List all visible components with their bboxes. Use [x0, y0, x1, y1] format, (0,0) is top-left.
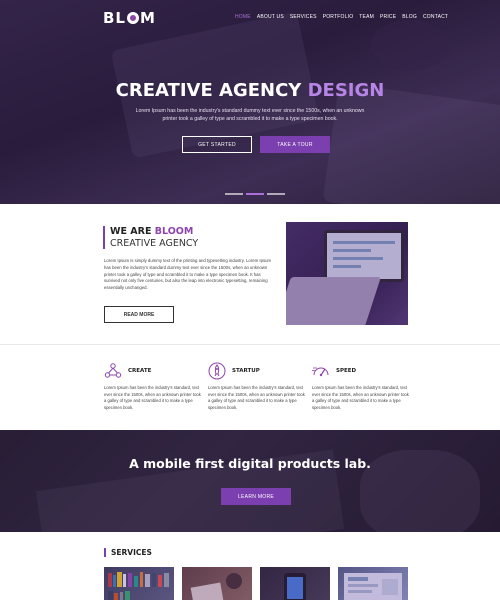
nav-item-about-us[interactable]: ABOUT US: [257, 14, 284, 20]
section-divider: [0, 344, 500, 345]
about-text: Lorem Ipsum is simply dummy text of the …: [104, 258, 272, 291]
about-heading-accent: BLOOM: [154, 226, 194, 237]
slider-dots: [225, 193, 285, 195]
take-a-tour-button[interactable]: TAKE A TOUR: [260, 136, 330, 153]
slider-dot-3[interactable]: [267, 193, 285, 195]
feature-startup: STARTUP Lorem Ipsum has been the industr…: [208, 362, 306, 411]
logo-o-icon: [127, 12, 139, 24]
speed-icon: [312, 362, 330, 380]
hero-subtitle-line1: Lorem Ipsum has been the industry's stan…: [135, 108, 365, 114]
feature-desc: Lorem Ipsum has been the industry's stan…: [312, 385, 409, 410]
logo-text-right: M: [140, 9, 156, 27]
logo-text-left: BL: [103, 9, 126, 27]
hero-title-main: CREATIVE AGENCY: [115, 80, 302, 101]
feature-desc: Lorem Ipsum has been the industry's stan…: [104, 385, 201, 410]
network-icon: [104, 362, 122, 380]
logo[interactable]: BL M: [103, 9, 156, 27]
hero-subtitle-line2: printer took a galley of type and scramb…: [162, 116, 338, 122]
hero-title: CREATIVE AGENCY DESIGN: [0, 80, 500, 101]
learn-more-button[interactable]: LEARN MORE: [221, 488, 291, 505]
cta-title: A mobile first digital products lab.: [129, 456, 371, 471]
feature-title: CREATE: [128, 368, 152, 374]
slider-dot-1[interactable]: [225, 193, 243, 195]
nav-item-team[interactable]: TEAM: [359, 14, 374, 20]
nav-item-price[interactable]: PRICE: [380, 14, 396, 20]
nav-item-home[interactable]: HOME: [235, 14, 251, 20]
hero-title-accent: DESIGN: [307, 80, 385, 101]
hero-section: [0, 0, 500, 204]
feature-desc: Lorem Ipsum has been the industry's stan…: [208, 385, 305, 410]
about-heading-prefix: WE ARE: [110, 226, 152, 237]
main-nav: HOME ABOUT US SERVICES PORTFOLIO TEAM PR…: [235, 14, 448, 20]
rocket-icon: [208, 362, 226, 380]
feature-title: STARTUP: [232, 368, 260, 374]
service-thumb-bookshelf[interactable]: [104, 567, 174, 600]
slider-dot-2[interactable]: [246, 193, 264, 195]
get-started-button[interactable]: GET STARTED: [182, 136, 252, 153]
nav-item-contact[interactable]: CONTACT: [423, 14, 448, 20]
hero-overlay: [0, 0, 500, 204]
feature-title: SPEED: [336, 368, 357, 374]
read-more-button[interactable]: READ MORE: [104, 306, 174, 323]
cta-section: [0, 430, 500, 532]
nav-item-portfolio[interactable]: PORTFOLIO: [323, 14, 354, 20]
nav-item-services[interactable]: SERVICES: [290, 14, 317, 20]
about-heading-line2: CREATIVE AGENCY: [110, 238, 199, 249]
service-thumb-desk[interactable]: [182, 567, 252, 600]
services-heading: SERVICES: [104, 548, 152, 557]
about-heading: WE ARE BLOOM CREATIVE AGENCY: [103, 226, 198, 249]
hero-subtitle: Lorem Ipsum has been the industry's stan…: [125, 107, 375, 123]
feature-create: CREATE Lorem Ipsum has been the industry…: [104, 362, 202, 411]
service-thumb-phone[interactable]: [260, 567, 330, 600]
service-thumb-dashboard[interactable]: [338, 567, 408, 600]
about-image: [286, 222, 408, 325]
about-heading-line1: WE ARE BLOOM: [110, 226, 198, 237]
nav-item-blog[interactable]: BLOG: [402, 14, 417, 20]
feature-speed: SPEED Lorem Ipsum has been the industry'…: [312, 362, 410, 411]
